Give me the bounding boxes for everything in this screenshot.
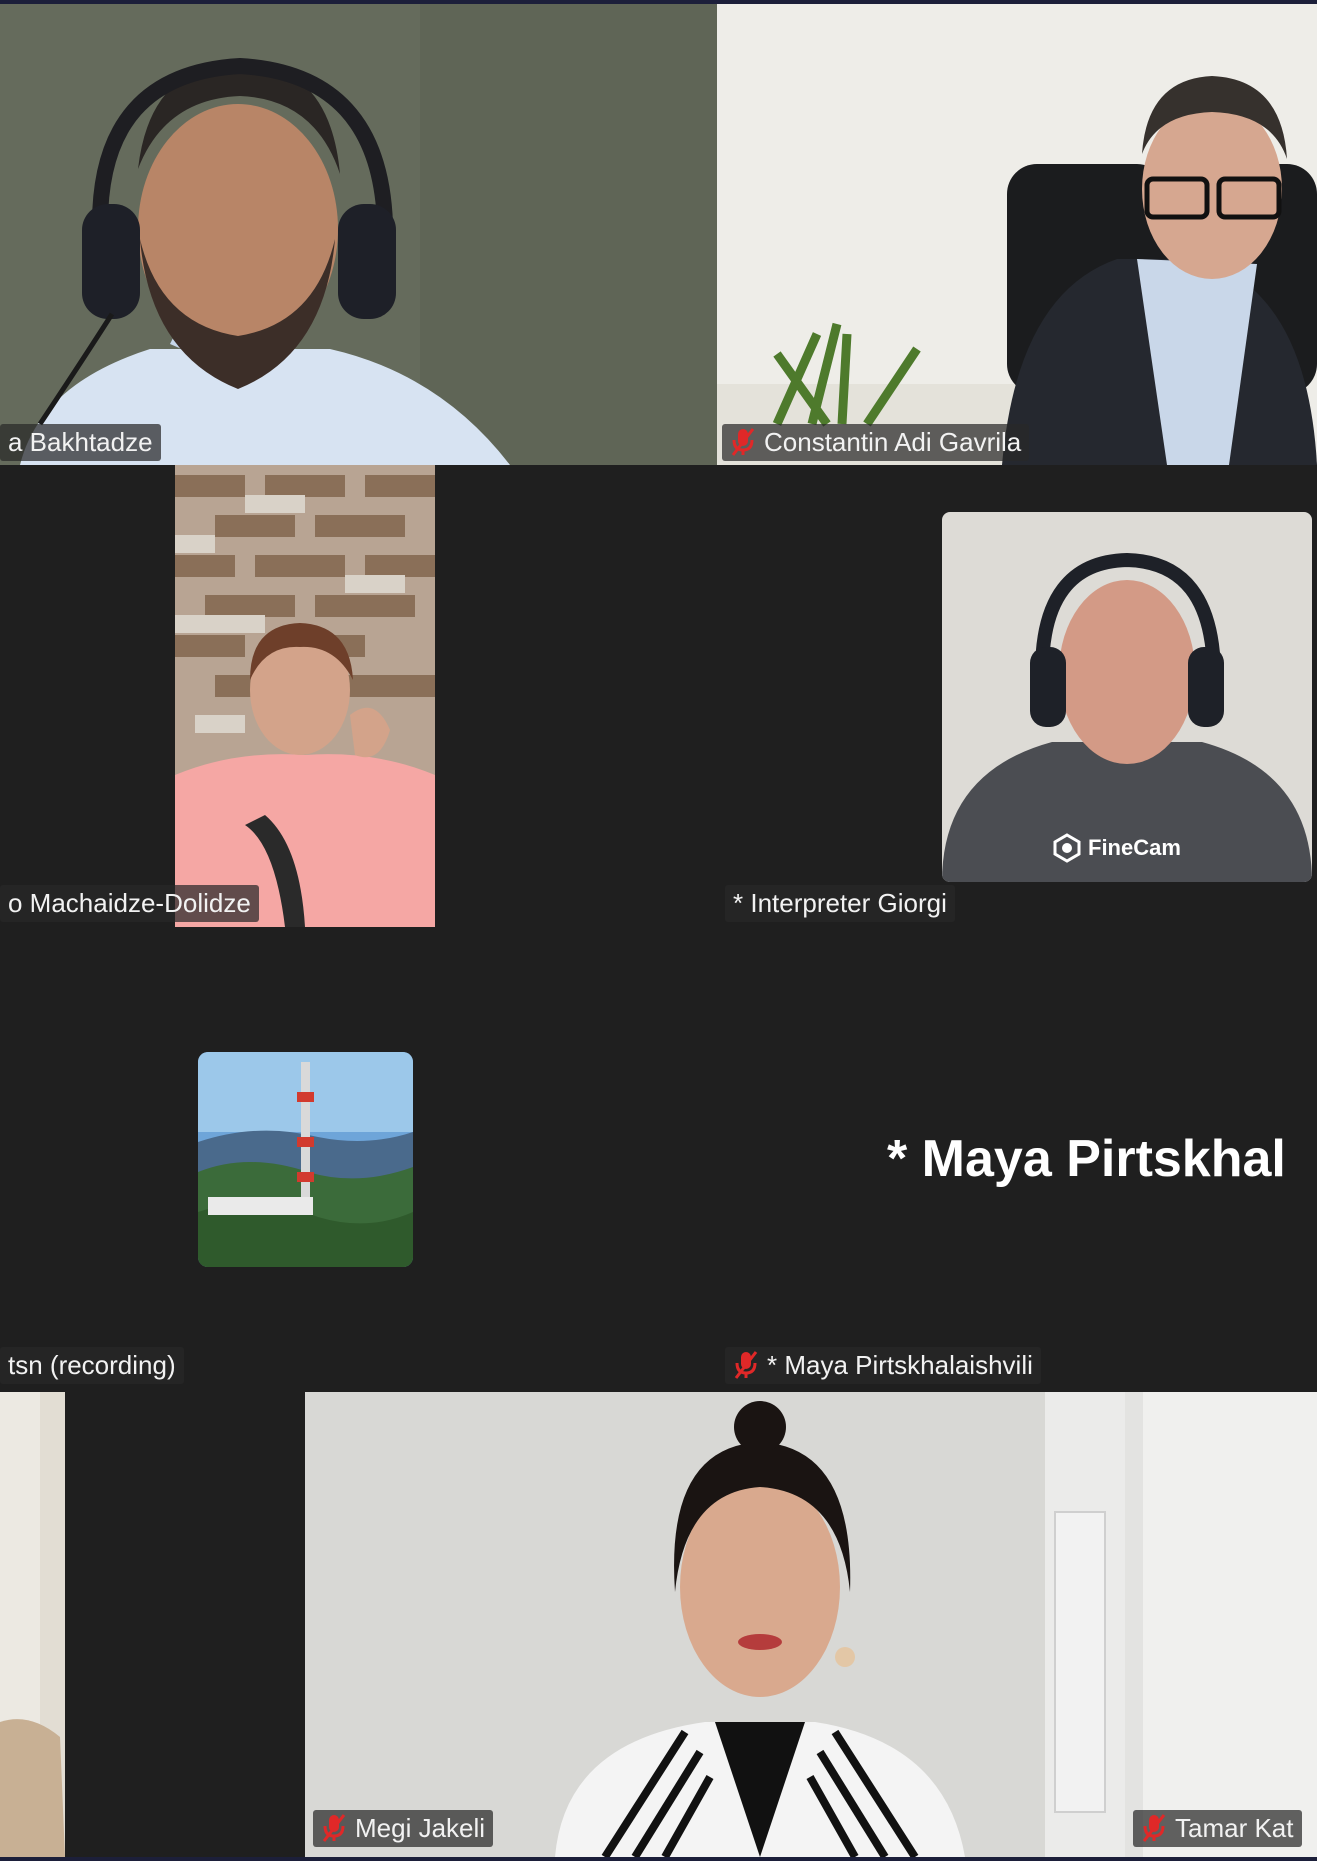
participant-video-megi-jakeli bbox=[305, 1392, 1125, 1857]
participant-name-label: Constantin Adi Gavrila bbox=[722, 424, 1030, 461]
participant-name-label: * Maya Pirtskhalaishvili bbox=[725, 1347, 1041, 1384]
window-bottom-border bbox=[0, 1857, 1317, 1861]
participant-avatar-tsn bbox=[198, 1052, 413, 1267]
participant-display-name: * Maya Pirtskhal bbox=[887, 1130, 1286, 1188]
participant-name-label: * Interpreter Giorgi bbox=[725, 885, 955, 922]
participant-video-partial-left bbox=[0, 1392, 65, 1857]
participant-video-interpreter-giorgi bbox=[942, 512, 1312, 882]
microphone-muted-icon bbox=[731, 428, 755, 456]
video-tile-megi-jakeli[interactable]: Megi Jakeli bbox=[305, 1392, 1125, 1857]
participant-video-machaidze-dolidze bbox=[175, 465, 435, 927]
video-tile-bakhtadze[interactable]: a Bakhtadze bbox=[0, 4, 717, 465]
finecam-logo-icon bbox=[1053, 833, 1081, 863]
participant-video-tamar-kat bbox=[1125, 1392, 1317, 1857]
participant-video-gavrila bbox=[717, 4, 1317, 465]
microphone-muted-icon bbox=[322, 1814, 346, 1842]
video-tile-machaidze-dolidze[interactable]: o Machaidze-Dolidze bbox=[0, 465, 717, 927]
video-tile-tsn-recording[interactable]: tsn (recording) bbox=[0, 927, 717, 1389]
video-tile-maya-pirtskhalaishvili[interactable]: * Maya Pirtskhal * Maya Pirtskhalaishvil… bbox=[717, 927, 1317, 1389]
video-tile-interpreter-giorgi[interactable]: FineCam * Interpreter Giorgi bbox=[717, 465, 1317, 927]
finecam-watermark: FineCam bbox=[1052, 833, 1181, 863]
participant-name-label: a Bakhtadze bbox=[0, 424, 161, 461]
microphone-muted-icon bbox=[1142, 1814, 1166, 1842]
video-tile-tamar-kat[interactable]: Tamar Kat bbox=[1125, 1392, 1317, 1857]
participant-name-label: Megi Jakeli bbox=[313, 1810, 494, 1847]
video-tile-gavrila[interactable]: Constantin Adi Gavrila bbox=[717, 4, 1317, 465]
participant-video-bakhtadze bbox=[0, 4, 717, 465]
video-tile-partial-left[interactable] bbox=[0, 1392, 65, 1857]
participant-name-label: o Machaidze-Dolidze bbox=[0, 885, 259, 922]
microphone-muted-icon bbox=[734, 1351, 758, 1379]
participant-name-label: Tamar Kat bbox=[1133, 1810, 1302, 1847]
participant-name-label: tsn (recording) bbox=[0, 1347, 184, 1384]
